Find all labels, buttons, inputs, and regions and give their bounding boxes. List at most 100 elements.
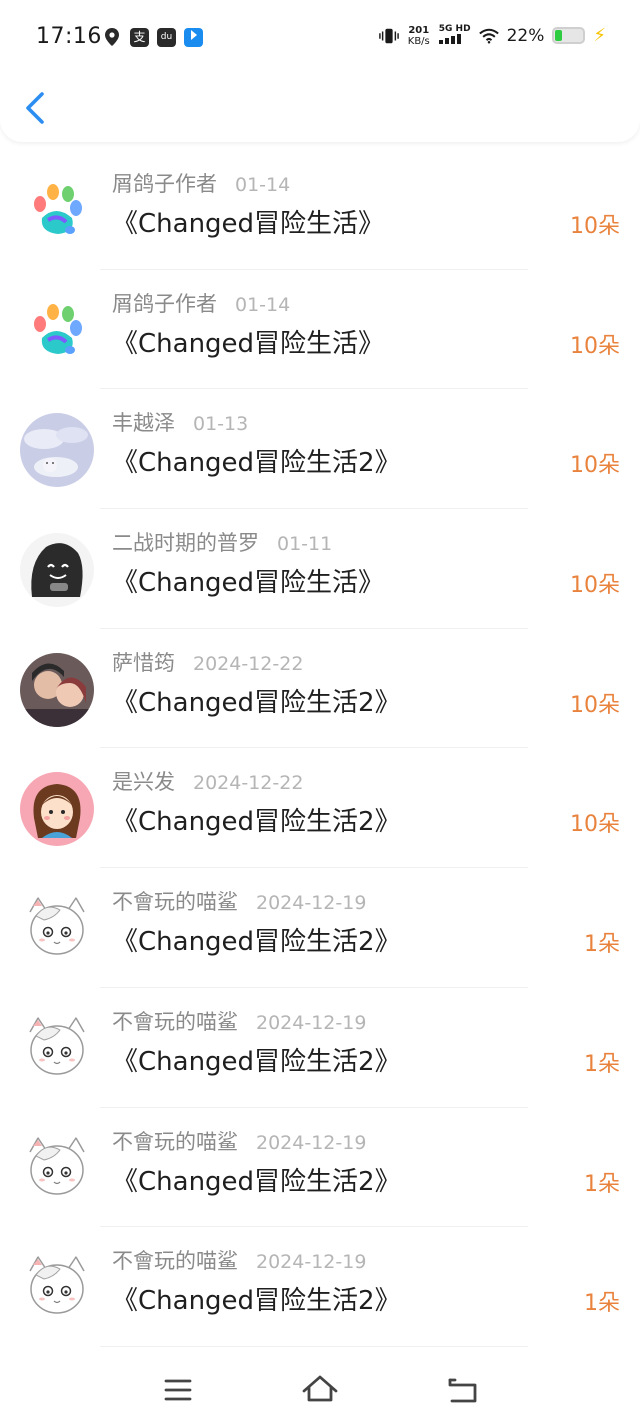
book-title: 《Changed冒险生活》 [112,328,385,359]
gift-record-list: 屑鸽子作者 01-14 《Changed冒险生活》 10朵 屑鸽子作者 01-1… [0,150,640,1347]
gift-amount: 1朵 [584,1291,620,1317]
divider [100,1345,528,1347]
battery-percent: 22% [506,25,545,46]
charging-bolt-icon: ⚡ [593,25,606,46]
net-speed-value: 201 [408,24,430,36]
book-title: 《Changed冒险生活2》 [112,927,401,958]
gift-amount: 10朵 [570,573,620,599]
book-title: 《Changed冒险生活2》 [112,1166,401,1197]
sender-name[interactable]: 屑鸽子作者 [112,288,217,318]
cellular-signal: 5G HD [438,24,471,47]
list-item[interactable]: 二战时期的普罗 01-11 《Changed冒险生活》 10朵 [0,509,640,629]
white-cat-avatar[interactable] [20,892,94,967]
net-speed: 201 KB/s [407,25,431,47]
status-bar: 17:16 支 du 201 KB/s 5G HD 22% ⚡ [0,0,640,76]
back-button[interactable] [18,86,54,130]
signal-bars-icon [438,34,461,44]
record-meta: 二战时期的普罗 01-11 [112,527,332,557]
gift-amount: 1朵 [584,1171,620,1197]
record-date: 01-13 [193,413,249,436]
sender-name[interactable]: 是兴发 [112,766,175,796]
chevron-left-icon [26,92,44,124]
sender-name[interactable]: 不會玩的喵鲨 [112,1126,238,1156]
sender-name[interactable]: 二战时期的普罗 [112,527,259,557]
record-date: 2024-12-19 [256,1131,367,1154]
record-meta: 丰越泽 01-13 [112,407,248,437]
list-item[interactable]: 不會玩的喵鲨 2024-12-19 《Changed冒险生活2》 1朵 [0,1108,640,1228]
net-speed-unit: KB/s [407,35,430,47]
record-date: 01-11 [277,533,333,556]
list-item[interactable]: 是兴发 2024-12-22 《Changed冒险生活2》 10朵 [0,748,640,869]
gift-amount: 1朵 [584,932,620,958]
gift-amount: 10朵 [570,214,620,239]
back-icon [448,1378,477,1403]
list-item[interactable]: 屑鸽子作者 01-14 《Changed冒险生活》 10朵 [0,270,640,390]
white-cat-avatar[interactable] [20,1131,94,1206]
record-meta: 屑鸽子作者 01-14 [112,288,290,318]
book-title: 《Changed冒险生活2》 [112,448,401,479]
record-meta: 屑鸽子作者 01-14 [112,168,290,198]
du-app-icon-label: du [160,31,173,42]
book-title: 《Changed冒险生活2》 [112,1286,401,1317]
couple-photo-avatar[interactable] [20,652,94,727]
sender-name[interactable]: 不會玩的喵鲨 [112,886,238,916]
record-meta: 不會玩的喵鲨 2024-12-19 [112,886,366,916]
list-item[interactable]: 不會玩的喵鲨 2024-12-19 《Changed冒险生活2》 1朵 [0,868,640,988]
white-cat-avatar[interactable] [20,1011,94,1086]
paw-avatar[interactable] [20,293,94,368]
home-icon [302,1375,338,1402]
gift-amount: 10朵 [570,453,620,479]
white-cat-avatar[interactable] [20,1251,94,1326]
record-date: 01-14 [235,174,291,196]
list-item[interactable]: 不會玩的喵鲨 2024-12-19 《Changed冒险生活2》 1朵 [0,988,640,1108]
list-item[interactable]: 丰越泽 01-13 《Changed冒险生活2》 10朵 [0,389,640,510]
record-meta: 不會玩的喵鲨 2024-12-19 [112,1126,366,1156]
sender-name[interactable]: 丰越泽 [112,407,175,437]
battery-level-fill [555,30,562,41]
network-type: 5G HD [438,24,471,34]
gift-amount: 10朵 [570,333,620,359]
book-title: 《Changed冒险生活》 [112,568,385,599]
record-date: 2024-12-19 [256,1251,367,1274]
book-title: 《Changed冒险生活2》 [112,687,401,718]
gift-amount: 10朵 [570,692,620,718]
menu-button[interactable] [158,1370,198,1410]
home-button[interactable] [300,1370,340,1410]
header-bar [0,76,640,142]
record-meta: 不會玩的喵鲨 2024-12-19 [112,1245,366,1275]
back-nav-button[interactable] [442,1370,482,1410]
system-nav-bar [0,1356,640,1427]
record-meta: 萨惜筠 2024-12-22 [112,647,303,677]
du-app-icon: du [157,27,176,47]
status-time: 17:16 [36,24,102,49]
record-meta: 是兴发 2024-12-22 [112,766,303,796]
dark-wolf-avatar[interactable] [20,533,94,608]
sender-name[interactable]: 萨惜筠 [112,647,175,677]
record-date: 01-14 [235,293,291,316]
record-date: 2024-12-19 [256,1011,367,1034]
paw-avatar[interactable] [20,174,94,248]
book-title: 《Changed冒险生活2》 [112,807,401,838]
alipay-icon: 支 [130,27,149,47]
status-notification-icons: 支 du [102,27,203,47]
record-date: 2024-12-22 [193,652,304,675]
gift-amount: 10朵 [570,812,620,838]
menu-icon [164,1379,192,1401]
status-right-group: 201 KB/s 5G HD 22% ⚡ [378,24,606,47]
list-item[interactable]: 不會玩的喵鲨 2024-12-19 《Changed冒险生活2》 1朵 [0,1227,640,1347]
record-date: 2024-12-22 [193,772,304,795]
book-title: 《Changed冒险生活2》 [112,1046,401,1077]
list-item[interactable]: 屑鸽子作者 01-14 《Changed冒险生活》 10朵 [0,150,640,270]
gift-amount: 1朵 [584,1051,620,1077]
record-meta: 不會玩的喵鲨 2024-12-19 [112,1006,366,1036]
record-date: 2024-12-19 [256,892,367,915]
sender-name[interactable]: 不會玩的喵鲨 [112,1245,238,1275]
list-item[interactable]: 萨惜筠 2024-12-22 《Changed冒险生活2》 10朵 [0,629,640,749]
sender-name[interactable]: 不會玩的喵鲨 [112,1006,238,1036]
sky-avatar[interactable] [20,413,94,488]
location-icon [102,27,122,47]
sender-name[interactable]: 屑鸽子作者 [112,168,217,198]
wifi-icon [478,26,499,46]
vibrate-icon [378,26,399,46]
girl-avatar[interactable] [20,772,94,847]
